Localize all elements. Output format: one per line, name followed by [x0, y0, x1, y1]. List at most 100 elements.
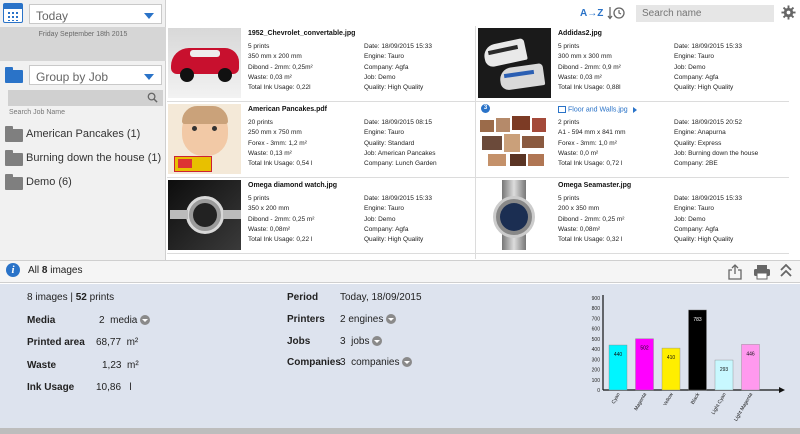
search-name-input[interactable] [636, 5, 774, 22]
search-icon[interactable] [147, 92, 158, 103]
quality: Quality: High Quality [674, 236, 734, 244]
companies-value[interactable]: 3 companies [340, 357, 413, 368]
company: Company: Agfa [364, 225, 409, 233]
companies-label: Companies [287, 357, 341, 368]
search-job-input[interactable] [8, 90, 163, 106]
totals-line: 8 images | 52 prints [27, 292, 115, 303]
printers-value[interactable]: 2 engines [340, 314, 397, 325]
sort-az-button[interactable]: A→Z [580, 8, 603, 19]
chevron-down-icon [144, 74, 154, 80]
folder-icon [5, 126, 23, 142]
image-grid: 1952_Chevrolet_convertable.jpg 5 prints … [167, 26, 795, 259]
ink-usage: Total Ink Usage: 0,32 l [558, 236, 623, 244]
date: Date: 18/09/2015 08:15 [364, 119, 432, 126]
gear-icon[interactable] [781, 5, 796, 20]
sort-time-icon[interactable] [607, 6, 625, 20]
bar-value-label: 293 [720, 367, 729, 373]
prints-count: 5 prints [558, 43, 580, 50]
jobs-value[interactable]: 3 jobs [340, 336, 383, 347]
image-card[interactable]: Addidas2.jpg 5 prints 300 mm x 300 mm Di… [477, 26, 789, 102]
dimensions: 200 x 350 mm [558, 205, 600, 213]
chevron-down-icon [386, 314, 397, 325]
image-card[interactable]: Omega diamond watch.jpg 5 prints 350 x 2… [167, 178, 479, 254]
image-name: Omega Seamaster.jpg [558, 182, 632, 189]
media-value[interactable]: 2 media [99, 315, 151, 326]
prints-count: 5 prints [248, 195, 270, 202]
category-label: Light Magenta [733, 392, 754, 423]
job: Job: Demo [674, 63, 706, 71]
quality: Quality: Standard [364, 139, 415, 147]
x-axis-arrow [779, 387, 785, 393]
dimensions: 250 mm x 750 mm [248, 129, 302, 137]
category-label: Black [690, 392, 702, 406]
ink-usage-label: Ink Usage [27, 382, 75, 393]
period-value: Today, 18/09/2015 [340, 292, 422, 303]
group-by-value: Group by Job [36, 70, 109, 84]
image-card[interactable]: 1952_Chevrolet_convertable.jpg 5 prints … [167, 26, 479, 102]
search-job-label: Search Job Name [9, 109, 66, 116]
date-label: Friday September 18th 2015 [38, 31, 128, 38]
waste: Waste: 0,03 m² [558, 73, 602, 81]
company: Company: Agfa [674, 73, 719, 81]
media: Dibond - 2mm: 0,25 m² [558, 215, 625, 223]
y-tick-label: 600 [592, 327, 601, 333]
media: Forex - 3mm: 1,0 m² [558, 139, 617, 147]
waste-value: 1,23 m² [102, 360, 139, 371]
folder-icon [5, 174, 23, 190]
y-tick-label: 400 [592, 347, 601, 353]
job-item[interactable]: Burning down the house (1) [0, 148, 166, 170]
waste: Waste: 0,08m² [558, 225, 601, 233]
category-label: Light Cyan [711, 392, 728, 416]
engine: Engine: Tauro [364, 129, 404, 137]
image-card[interactable]: Omega Seamaster.jpg 5 prints 200 x 350 m… [477, 178, 789, 254]
image-name: American Pancakes.pdf [248, 106, 327, 113]
engine: Engine: Tauro [364, 205, 404, 213]
engine: Engine: Tauro [364, 53, 404, 61]
job: Job: Demo [364, 215, 396, 223]
image-name[interactable]: Floor and Walls.jpg [558, 106, 637, 113]
folder-icon [5, 150, 23, 166]
chevron-down-icon [372, 336, 383, 347]
share-icon[interactable] [728, 264, 742, 280]
summary-bar [0, 260, 800, 283]
job-item-label: Demo (6) [26, 176, 72, 188]
collapse-icon[interactable] [780, 264, 792, 278]
thumbnail [478, 28, 551, 98]
quality: Quality: Express [674, 139, 722, 147]
group-by-select[interactable]: Group by Job [29, 65, 162, 85]
y-tick-label: 800 [592, 306, 601, 312]
info-icon[interactable]: i [6, 263, 20, 277]
grid-divider [475, 26, 476, 259]
media-label: Media [27, 315, 56, 326]
image-card[interactable]: 3 Floor and Walls.jpg 2 prints A1 - 594 … [477, 102, 789, 178]
waste: Waste: 0,03 m² [248, 73, 292, 81]
category-label: Yellow [662, 392, 675, 408]
printed-area-label: Printed area [27, 337, 85, 348]
calendar-icon[interactable] [3, 3, 23, 23]
period-label: Period [287, 292, 319, 303]
date-filter-select[interactable]: Today [29, 4, 162, 24]
chevron-down-icon [140, 315, 151, 326]
waste: Waste: 0,13 m² [248, 149, 292, 157]
selection-summary: All 8 images [28, 265, 83, 276]
prints-count: 20 prints [248, 119, 273, 126]
jobs-label: Jobs [287, 336, 311, 347]
dimensions: 300 mm x 300 mm [558, 53, 612, 61]
prints-count: 2 prints [558, 119, 580, 126]
ink-usage: Total Ink Usage: 0,88l [558, 84, 621, 92]
print-icon[interactable] [753, 264, 771, 280]
printed-area-value: 68,77 m² [96, 337, 139, 348]
job-item[interactable]: American Pancakes (1) [0, 124, 166, 146]
job: Job: Demo [674, 215, 706, 223]
image-card[interactable]: American Pancakes.pdf 20 prints 250 mm x… [167, 102, 479, 178]
engine: Engine: Anapurna [674, 129, 726, 137]
category-label: Magenta [633, 392, 648, 412]
ink-usage-value: 10,86 l [96, 382, 132, 393]
bar-value-label: 440 [614, 352, 623, 358]
quality: Quality: High Quality [674, 84, 734, 92]
waste: Waste: 0,08m² [248, 225, 291, 233]
job-item[interactable]: Demo (6) [0, 172, 166, 194]
thumbnail [168, 28, 241, 98]
date-filter-value: Today [36, 9, 69, 23]
y-tick-label: 900 [592, 296, 601, 302]
